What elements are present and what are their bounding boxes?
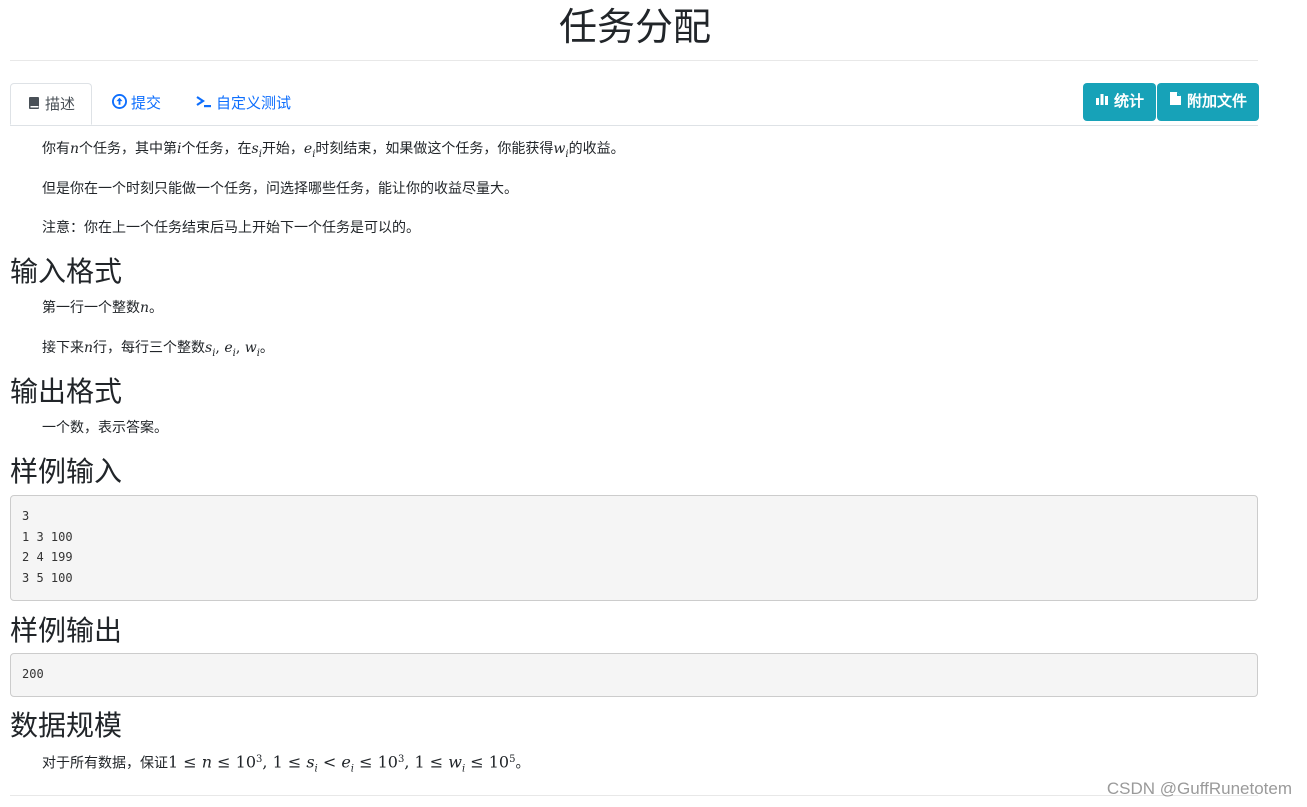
description-paragraph-2: 但是你在一个时刻只能做一个任务，问选择哪些任务，能让你的收益尽量大。 [42,180,518,196]
output-format-paragraph: 一个数，表示答案。 [42,419,168,435]
upload-circle-icon [112,84,127,125]
tab-custom-test[interactable]: 自定义测试 [180,83,307,124]
tab-custom-test-label: 自定义测试 [216,95,292,112]
input-format-paragraph-1: 第一行一个整数n。 [42,296,163,319]
text: 你有 [42,140,70,156]
text: 个任务，其中第 [79,140,178,156]
text: 开始， [261,140,304,156]
text: 时刻结束，如果做这个任务，你能获得 [315,140,554,156]
math-var: n [70,141,80,157]
math-text: ≤ 10 [354,752,398,772]
math-text: , 1 ≤ [262,752,307,772]
math-text: < [317,752,342,772]
text: 行，每行三个整数 [93,339,206,355]
statistics-label: 统计 [1113,93,1144,110]
statistics-button[interactable]: 统计 [1082,83,1156,121]
input-format-paragraph-2: 接下来n行，每行三个整数si, ei, wi。 [42,336,274,365]
text: 。 [515,754,530,771]
sample-input-block: 3 1 3 100 2 4 199 3 5 100 [10,495,1258,601]
text: 接下来 [42,339,84,355]
tab-bar: 描述 提交 自定义测试 [10,83,1258,126]
math-var: n [84,340,94,356]
title-divider [10,60,1258,61]
text: 个任务，在 [181,140,252,156]
action-buttons: 统计 附加文件 [1082,83,1259,121]
description-paragraph-3: 注意：你在上一个任务结束后马上开始下一个任务是可以的。 [42,219,420,235]
math-var: e [341,752,351,772]
sample-output-block: 200 [10,653,1258,697]
terminal-icon [196,84,212,125]
sample-input-heading: 样例输入 [10,456,123,487]
tab-description[interactable]: 描述 [10,83,93,126]
math-var: n [140,300,150,316]
constraints-heading: 数据规模 [10,710,123,741]
text: 。 [149,299,164,315]
math-sep: , [215,340,225,356]
math-text: , 1 ≤ [404,752,449,772]
output-format-heading: 输出格式 [10,376,123,407]
math-var: e [224,340,233,356]
description-paragraph-1: 你有n个任务，其中第i个任务，在si开始，ei时刻结束，如果做这个任务，你能获得… [42,137,625,166]
math-text: ≤ 10 [465,752,510,772]
math-var: w [448,752,462,772]
text: 。 [259,339,274,355]
attachments-button[interactable]: 附加文件 [1156,83,1259,121]
text: 对于所有数据，保证 [42,754,168,771]
text: 的收益。 [568,140,625,156]
math-var: n [201,752,213,772]
math-text: ≤ 10 [212,752,257,772]
constraints-paragraph: 对于所有数据，保证1 ≤ n ≤ 103, 1 ≤ si < ei ≤ 103,… [42,749,529,780]
book-icon [27,85,41,126]
math-text: 1 ≤ [168,752,202,772]
tab-description-label: 描述 [45,96,76,113]
tab-submit-label: 提交 [131,95,162,112]
math-var: s [306,752,315,772]
bottom-divider [10,795,1258,796]
text: 第一行一个整数 [42,299,140,315]
math-var: s [251,141,259,157]
sample-output-heading: 样例输出 [10,615,123,646]
page-title: 任务分配 [558,7,711,49]
attachments-label: 附加文件 [1186,93,1247,110]
math-var: w [244,340,257,356]
math-var: e [303,141,313,157]
math-var: w [553,141,566,157]
math-sep: , [235,340,245,356]
watermark: CSDN @GuffRunetotem [1106,779,1292,798]
input-format-heading: 输入格式 [10,256,123,287]
tab-submit[interactable]: 提交 [96,83,177,124]
bar-chart-icon [1095,83,1109,121]
file-icon [1169,83,1182,121]
